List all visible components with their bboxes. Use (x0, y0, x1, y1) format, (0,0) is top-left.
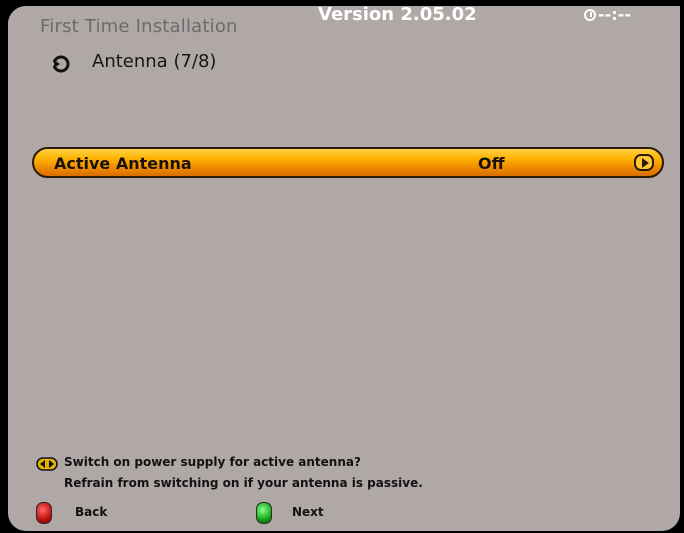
main-panel (8, 6, 680, 531)
refresh-icon (52, 55, 70, 73)
clock-text: --:-- (598, 5, 631, 24)
help-text-line1: Switch on power supply for active antenn… (64, 455, 361, 469)
step-label: Antenna (92, 51, 168, 72)
next-button[interactable]: Next (292, 505, 324, 519)
green-key-icon[interactable] (256, 502, 272, 524)
menu-row-active-antenna[interactable]: Active Antenna Off (32, 147, 664, 178)
menu-row-label: Active Antenna (54, 154, 192, 173)
clock-icon (584, 8, 596, 21)
left-right-key-icon (36, 457, 58, 471)
back-button[interactable]: Back (75, 505, 107, 519)
help-text-line2: Refrain from switching on if your antenn… (64, 476, 423, 490)
arrow-right-icon[interactable] (634, 154, 654, 171)
version-text: Version 2.05.02 (318, 4, 477, 25)
page-title: First Time Installation (40, 16, 238, 37)
red-key-icon[interactable] (36, 502, 52, 524)
step-title: Antenna (7/8) (92, 51, 216, 72)
menu-row-value: Off (478, 154, 505, 173)
step-count: (7/8) (173, 51, 217, 72)
clock: --:-- (584, 5, 631, 24)
